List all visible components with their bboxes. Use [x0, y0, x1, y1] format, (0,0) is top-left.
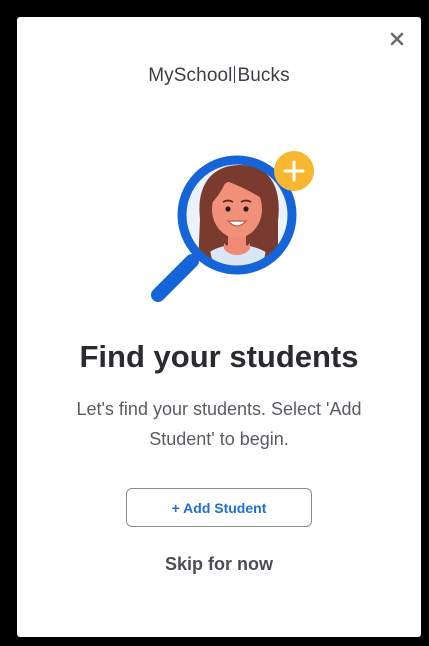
brand-part-1: MySchool	[148, 65, 233, 86]
brand-separator	[234, 66, 236, 83]
hero-illustration	[142, 135, 322, 315]
brand-logo: MySchool Bucks	[17, 65, 421, 87]
page-title: Find your students	[79, 339, 359, 374]
add-student-button[interactable]: + Add Student	[126, 488, 312, 527]
brand-part-2: Bucks	[237, 65, 290, 86]
skip-for-now-link[interactable]: Skip for now	[17, 554, 421, 575]
plus-badge-icon	[274, 151, 314, 191]
add-student-modal: MySchool Bucks Find your students Let's …	[17, 17, 421, 637]
description-text: Let's find your students. Select 'Add St…	[76, 399, 362, 449]
close-button[interactable]	[385, 27, 409, 51]
magnifier-student-illustration	[151, 151, 314, 302]
close-icon	[390, 32, 404, 46]
